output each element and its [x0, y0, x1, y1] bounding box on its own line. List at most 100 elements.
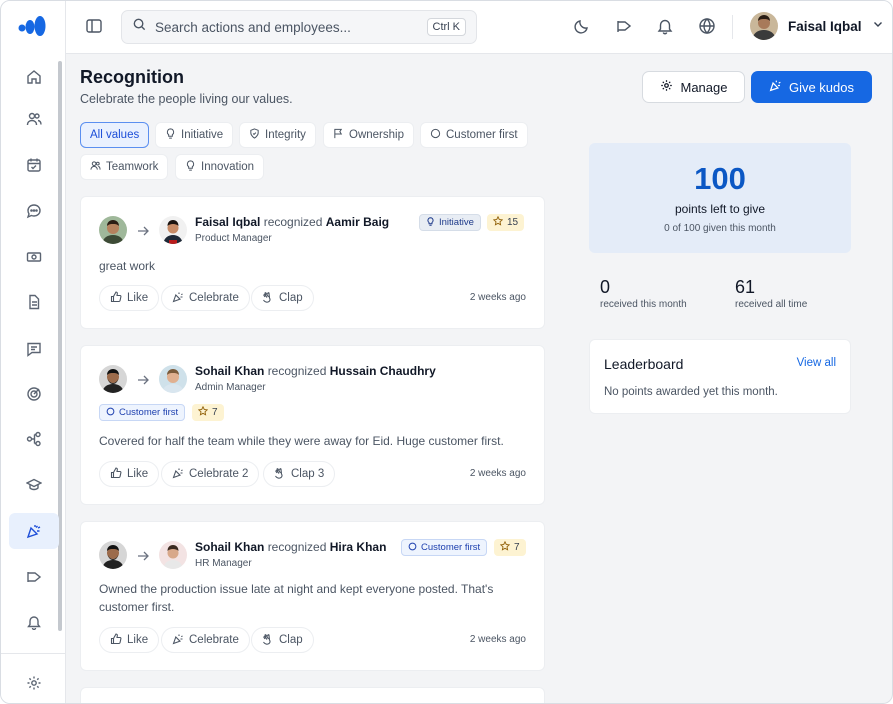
filter-label: Initiative	[181, 129, 224, 141]
party-popper-icon	[172, 291, 184, 306]
points-left-label: points left to give	[674, 202, 766, 216]
kudos-icon[interactable]	[9, 513, 59, 549]
view-all-link[interactable]: View all	[797, 357, 836, 369]
like-button[interactable]: Like	[99, 627, 160, 653]
app-window: Ctrl K Faisal Iqbal Recognition Celebrat…	[0, 0, 893, 704]
received-month-label: received this month	[600, 299, 687, 310]
user-name: Faisal Iqbal	[788, 18, 862, 34]
celebrate-button[interactable]: Celebrate	[161, 285, 250, 311]
people-icon[interactable]	[9, 101, 59, 137]
clap-hands-icon	[262, 291, 274, 306]
users-icon	[90, 160, 101, 174]
chat-icon[interactable]	[9, 193, 59, 229]
sidebar-divider	[1, 653, 65, 654]
megaphone-icon[interactable]	[9, 559, 59, 595]
message-icon[interactable]	[9, 331, 59, 367]
page-title: Recognition	[80, 67, 184, 87]
celebrate-button[interactable]: Celebrate 2	[161, 461, 260, 487]
received-all-time-value: 61	[735, 277, 756, 297]
filter-initiative[interactable]: Initiative	[155, 122, 234, 148]
topbar: Ctrl K Faisal Iqbal	[66, 1, 892, 54]
star-icon	[492, 215, 504, 229]
shield-icon	[249, 128, 260, 142]
circle-icon	[408, 542, 417, 554]
points-badge: 7	[494, 539, 526, 556]
money-icon[interactable]	[9, 239, 59, 275]
home-icon[interactable]	[9, 59, 59, 95]
timestamp: 2 weeks ago	[469, 292, 526, 303]
recognition-headline: Sohail Khan recognized Hira Khan	[195, 540, 386, 554]
giver-name[interactable]: Sohail Khan	[195, 540, 264, 554]
give-kudos-label: Give kudos	[788, 79, 855, 95]
bell-icon[interactable]	[9, 604, 59, 640]
thumbs-up-icon	[110, 466, 122, 482]
recognition-message: Covered for half the team while they wer…	[99, 434, 504, 448]
recognition-card	[80, 687, 545, 703]
filter-ownership[interactable]: Ownership	[323, 122, 414, 148]
giver-name[interactable]: Sohail Khan	[195, 364, 264, 378]
like-button[interactable]: Like	[99, 461, 160, 487]
received-all-time-label: received all time	[735, 299, 808, 310]
giver-name[interactable]: Faisal Iqbal	[195, 215, 260, 229]
receiver-avatar[interactable]	[159, 216, 187, 244]
recognition-message: great work	[99, 259, 156, 273]
receiver-name[interactable]: Hira Khan	[330, 540, 387, 554]
giver-avatar[interactable]	[99, 216, 127, 244]
points-left-value: 100	[694, 161, 746, 196]
filter-all-values[interactable]: All values	[80, 122, 150, 148]
app-logo[interactable]	[18, 15, 46, 37]
filter-integrity[interactable]: Integrity	[239, 122, 316, 148]
graduation-cap-icon[interactable]	[9, 467, 59, 503]
search-bar[interactable]: Ctrl K	[121, 10, 477, 44]
filter-customer-first[interactable]: Customer first	[420, 122, 528, 148]
receiver-name[interactable]: Hussain Chaudhry	[330, 364, 436, 378]
recognition-headline: Faisal Iqbal recognized Aamir Baig	[195, 215, 389, 229]
timestamp: 2 weeks ago	[469, 634, 526, 645]
topbar-divider	[732, 15, 733, 39]
receiver-role: Product Manager	[195, 233, 272, 244]
party-popper-icon	[769, 79, 782, 95]
moon-icon[interactable]	[573, 17, 591, 40]
give-kudos-button[interactable]: Give kudos	[751, 71, 872, 103]
filter-innovation[interactable]: Innovation	[175, 154, 265, 180]
like-label: Like	[127, 468, 149, 480]
sidebar-toggle-icon[interactable]	[85, 17, 103, 40]
party-popper-icon	[172, 633, 184, 648]
celebrate-label: Celebrate 2	[189, 468, 249, 480]
org-chart-icon[interactable]	[9, 421, 59, 457]
gear-icon	[660, 79, 673, 95]
document-icon[interactable]	[9, 284, 59, 320]
received-month-value: 0	[600, 277, 611, 297]
giver-avatar[interactable]	[99, 541, 127, 569]
settings-gear-icon[interactable]	[9, 665, 59, 701]
receiver-role: Admin Manager	[195, 382, 266, 393]
arrow-right-icon	[137, 373, 149, 391]
globe-icon[interactable]	[698, 17, 716, 40]
clap-button[interactable]: Clap	[251, 285, 314, 311]
giver-avatar[interactable]	[99, 365, 127, 393]
receiver-avatar[interactable]	[159, 541, 187, 569]
user-menu[interactable]: Faisal Iqbal	[750, 12, 884, 40]
bulb-icon	[426, 216, 435, 229]
manage-button[interactable]: Manage	[642, 71, 745, 103]
clap-label: Clap	[279, 292, 303, 304]
target-icon[interactable]	[9, 376, 59, 412]
megaphone-icon[interactable]	[615, 17, 633, 40]
recognition-card: Sohail Khan recognized Hira Khan HR Mana…	[80, 521, 545, 671]
receiver-avatar[interactable]	[159, 365, 187, 393]
filter-teamwork[interactable]: Teamwork	[80, 154, 169, 180]
notifications-bell-icon[interactable]	[656, 17, 674, 40]
arrow-right-icon	[137, 549, 149, 567]
points-given-summary: 0 of 100 given this month	[664, 223, 776, 234]
calendar-icon[interactable]	[9, 147, 59, 183]
like-button[interactable]: Like	[99, 285, 160, 311]
thumbs-up-icon	[110, 632, 122, 648]
clap-button[interactable]: Clap	[251, 627, 314, 653]
search-icon	[132, 17, 147, 37]
search-input[interactable]	[155, 19, 427, 35]
leaderboard-title: Leaderboard	[604, 356, 684, 372]
filter-label: Ownership	[349, 129, 404, 141]
clap-button[interactable]: Clap 3	[263, 461, 336, 487]
receiver-name[interactable]: Aamir Baig	[326, 215, 389, 229]
celebrate-button[interactable]: Celebrate	[161, 627, 250, 653]
